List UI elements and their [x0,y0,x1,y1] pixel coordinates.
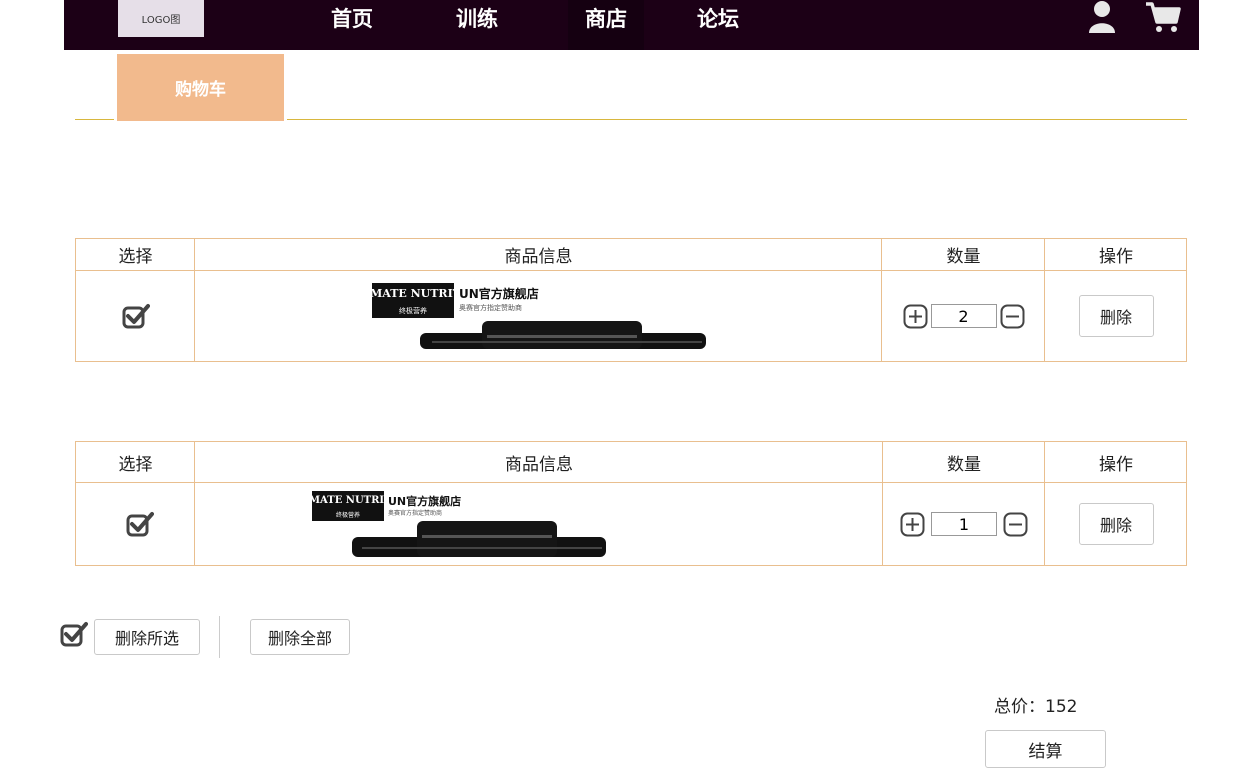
user-icon[interactable] [1087,0,1117,34]
header-quantity: 数量 [946,247,981,267]
quantity-input[interactable] [931,512,997,536]
quantity-cell [883,482,1045,566]
quantity-input[interactable] [930,304,997,328]
svg-text:终极营养: 终极营养 [335,511,359,519]
decrease-quantity-icon[interactable] [1000,304,1025,329]
nav-training[interactable]: 训练 [439,0,515,50]
item-checkbox[interactable] [122,303,150,329]
product-image[interactable]: ULTIMATE NUTRITION 终极营养 UN官方旗舰店 奥赛官方指定赞助… [371,283,706,349]
column-divider [882,442,883,565]
increase-quantity-icon[interactable] [900,512,925,537]
delete-button[interactable]: 删除 [1078,295,1154,337]
header-product: 商品信息 [505,454,573,475]
header-action: 操作 [1099,247,1133,267]
select-cell [76,270,195,362]
svg-text:UN官方旗舰店: UN官方旗舰店 [388,494,461,508]
action-cell: 删除 [1045,270,1187,362]
nav-shop[interactable]: 商店 [568,0,644,50]
product-image[interactable]: ULTIMATE NUTRITION 终极营养 UN官方旗舰店 奥赛官方指定赞助… [311,491,606,557]
header-action: 操作 [1099,454,1133,475]
cart-item-table: 选择 商品信息 数量 操作 ULTIMATE NUTRITION 终极营养 UN… [75,441,1187,566]
tab-shopping-cart[interactable]: 购物车 [117,54,284,121]
table-row: ULTIMATE NUTRITION 终极营养 UN官方旗舰店 奥赛官方指定赞助… [76,270,1186,362]
nav-home[interactable]: 首页 [314,0,390,50]
svg-text:奥赛官方指定赞助商: 奥赛官方指定赞助商 [388,509,442,517]
svg-text:奥赛官方指定赞助商: 奥赛官方指定赞助商 [459,303,522,312]
total-price: 总价：152 [994,697,1078,717]
delete-selected-button[interactable]: 删除所选 [94,619,200,655]
nav-forum[interactable]: 论坛 [680,0,756,50]
decrease-quantity-icon[interactable] [1003,512,1028,537]
table-header-row: 选择 商品信息 数量 操作 [76,239,1186,271]
select-all-checkbox[interactable] [60,621,88,647]
delete-button[interactable]: 删除 [1078,503,1154,545]
increase-quantity-icon[interactable] [903,304,928,329]
column-divider [881,239,882,361]
delete-all-button[interactable]: 删除全部 [250,619,350,655]
product-cell: ULTIMATE NUTRITION 终极营养 UN官方旗舰店 奥赛官方指定赞助… [195,482,722,566]
column-divider [194,239,195,361]
action-cell: 删除 [1045,482,1187,566]
column-divider [1044,442,1045,565]
column-divider [194,442,195,565]
cart-icon[interactable] [1144,0,1182,34]
select-cell [76,482,203,566]
header-select: 选择 [118,454,153,475]
logo[interactable]: LOGO图 [118,0,204,37]
checkout-button[interactable]: 结算 [985,730,1106,768]
table-header-row: 选择 商品信息 数量 操作 [76,442,1186,483]
header-select: 选择 [118,247,153,267]
header-product: 商品信息 [504,247,573,267]
column-divider [1044,239,1045,361]
table-row: ULTIMATE NUTRITION 终极营养 UN官方旗舰店 奥赛官方指定赞助… [76,482,1186,566]
cart-item-table: 选择 商品信息 数量 操作 ULTIMATE NUTRITION 终极营养 UN… [75,238,1187,362]
footer-divider [219,616,220,658]
svg-text:UN官方旗舰店: UN官方旗舰店 [459,286,539,301]
product-cell: ULTIMATE NUTRITION 终极营养 UN官方旗舰店 奥赛官方指定赞助… [195,270,882,362]
top-navbar: LOGO图 首页 训练 商店 论坛 [64,0,1199,50]
svg-text:终极营养: 终极营养 [399,306,427,315]
item-checkbox[interactable] [126,511,154,537]
quantity-cell [882,270,1045,362]
header-quantity: 数量 [947,454,981,475]
